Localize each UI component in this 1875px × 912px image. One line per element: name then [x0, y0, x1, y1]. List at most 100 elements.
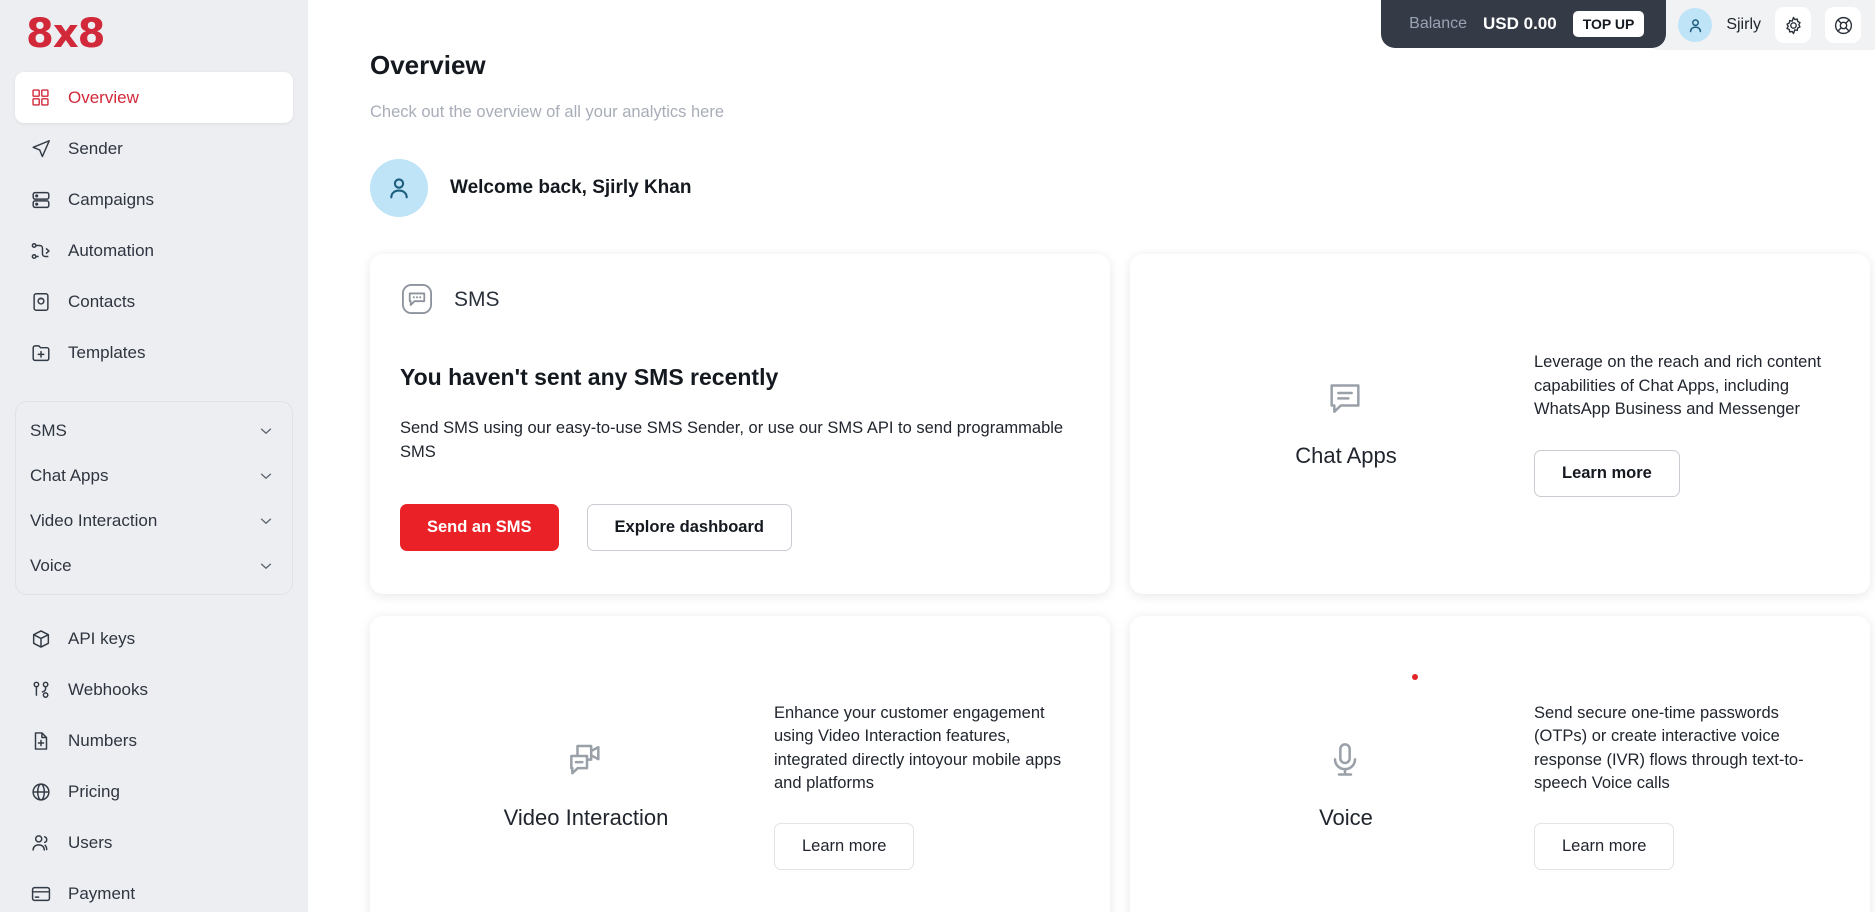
- sms-chat-icon: [400, 282, 436, 318]
- sidebar-item-webhooks[interactable]: Webhooks: [15, 664, 293, 715]
- sidebar-item-label: Webhooks: [68, 679, 149, 699]
- file-plus-icon: [29, 729, 52, 752]
- chat-apps-description: Leverage on the reach and rich content c…: [1534, 353, 1822, 419]
- sidebar-item-automation[interactable]: Automation: [15, 225, 293, 276]
- sidebar-group-sms[interactable]: SMS: [16, 408, 292, 453]
- sidebar-product-groups: SMS Chat Apps Video Interaction Voice: [15, 401, 293, 595]
- sidebar-group-video-interaction[interactable]: Video Interaction: [16, 498, 292, 543]
- contacts-icon: [29, 290, 52, 313]
- video-interaction-description: Enhance your customer engagement using V…: [774, 703, 1062, 792]
- app-root: 8x8 Overview Sender Campaigns Automation…: [0, 0, 1875, 912]
- chat-apps-name: Chat Apps: [1295, 442, 1397, 468]
- welcome-banner: Welcome back, Sjirly Khan: [370, 159, 1875, 217]
- send-an-sms-button[interactable]: Send an SMS: [400, 503, 559, 551]
- sidebar-item-label: API keys: [68, 628, 136, 648]
- balance-panel: Balance USD 0.00 TOP UP: [1381, 0, 1667, 48]
- campaigns-icon: [29, 188, 52, 211]
- card-sms: SMS You haven't sent any SMS recently Se…: [370, 254, 1110, 594]
- microphone-icon: [1325, 740, 1367, 782]
- card-video-interaction: Video Interaction Enhance your customer …: [370, 616, 1110, 912]
- sms-card-header: SMS: [400, 282, 1080, 318]
- voice-learn-more-button[interactable]: Learn more: [1534, 823, 1675, 871]
- gear-icon[interactable]: [1775, 7, 1811, 43]
- balance-label: Balance: [1409, 15, 1467, 32]
- sidebar-item-label: Sender: [68, 138, 123, 158]
- sidebar-item-label: Contacts: [68, 291, 136, 311]
- user-icon: [390, 178, 408, 199]
- explore-dashboard-button[interactable]: Explore dashboard: [586, 503, 792, 551]
- video-interaction-identity: Video Interaction: [406, 740, 766, 832]
- grid-icon: [29, 86, 52, 109]
- cards-grid: SMS You haven't sent any SMS recently Se…: [370, 254, 1870, 912]
- sidebar-item-campaigns[interactable]: Campaigns: [15, 174, 293, 225]
- page-subtitle: Check out the overview of all your analy…: [370, 103, 725, 121]
- sidebar-item-pricing[interactable]: Pricing: [15, 766, 293, 817]
- sidebar-item-sender[interactable]: Sender: [15, 123, 293, 174]
- send-icon: [29, 137, 52, 160]
- card-chat-apps: Chat Apps Leverage on the reach and rich…: [1130, 254, 1870, 594]
- voice-content: Send secure one-time passwords (OTPs) or…: [1526, 702, 1826, 871]
- sms-card-heading: You haven't sent any SMS recently: [400, 364, 779, 390]
- sidebar: 8x8 Overview Sender Campaigns Automation…: [0, 0, 308, 912]
- chevron-down-icon: [257, 557, 275, 575]
- sidebar-item-templates[interactable]: Templates: [15, 327, 293, 378]
- video-interaction-learn-more-button[interactable]: Learn more: [774, 823, 915, 871]
- chevron-down-icon: [257, 467, 275, 485]
- sidebar-group-chat-apps[interactable]: Chat Apps: [16, 453, 292, 498]
- credit-card-icon: [29, 882, 52, 905]
- voice-description: Send secure one-time passwords (OTPs) or…: [1534, 703, 1804, 792]
- video-interaction-name: Video Interaction: [503, 804, 669, 830]
- webhook-icon: [29, 678, 52, 701]
- sidebar-group-label: Voice: [30, 555, 72, 575]
- users-icon: [29, 831, 52, 854]
- sidebar-secondary-nav: API keys Webhooks Numbers Pricing Users …: [15, 613, 293, 912]
- avatar[interactable]: [1678, 8, 1713, 42]
- welcome-text: Welcome back, Sjirly Khan: [450, 177, 692, 198]
- sidebar-item-contacts[interactable]: Contacts: [15, 276, 293, 327]
- package-icon: [29, 627, 52, 650]
- chat-apps-learn-more-button[interactable]: Learn more: [1534, 449, 1680, 497]
- sidebar-item-overview[interactable]: Overview: [15, 72, 293, 123]
- balance-amount: USD 0.00: [1483, 14, 1557, 33]
- sms-card-actions: Send an SMS Explore dashboard: [400, 503, 1080, 551]
- chevron-down-icon: [257, 512, 275, 530]
- top-bar: Balance USD 0.00 TOP UP Sjirly: [1381, 0, 1875, 52]
- templates-icon: [29, 341, 52, 364]
- user-icon: [1689, 18, 1701, 32]
- card-voice: Voice Send secure one-time passwords (OT…: [1130, 616, 1870, 912]
- sidebar-item-label: Campaigns: [68, 189, 154, 209]
- sidebar-item-label: Payment: [68, 883, 136, 903]
- top-up-button[interactable]: TOP UP: [1572, 11, 1645, 37]
- chat-bubble-icon: [1325, 378, 1367, 420]
- sidebar-item-numbers[interactable]: Numbers: [15, 715, 293, 766]
- avatar: [370, 159, 428, 217]
- sms-card-label: SMS: [454, 288, 500, 311]
- sidebar-item-payment[interactable]: Payment: [15, 868, 293, 912]
- voice-name: Voice: [1319, 804, 1373, 830]
- chevron-down-icon: [257, 422, 275, 440]
- sms-card-description: Send SMS using our easy-to-use SMS Sende…: [400, 419, 1064, 461]
- sidebar-item-label: Overview: [68, 87, 139, 107]
- sidebar-group-voice[interactable]: Voice: [16, 543, 292, 588]
- sidebar-item-api-keys[interactable]: API keys: [15, 613, 293, 664]
- sidebar-item-label: Pricing: [68, 781, 120, 801]
- brand-logo[interactable]: 8x8: [15, 0, 293, 68]
- automation-icon: [29, 239, 52, 262]
- sidebar-item-users[interactable]: Users: [15, 817, 293, 868]
- video-interaction-content: Enhance your customer engagement using V…: [766, 702, 1066, 871]
- sidebar-item-label: Users: [68, 832, 113, 852]
- voice-identity: Voice: [1166, 740, 1526, 832]
- page-title: Overview: [370, 50, 486, 80]
- notification-dot: [1412, 674, 1418, 680]
- brand-logo-text: 8x8: [26, 11, 105, 57]
- chat-apps-content: Leverage on the reach and rich content c…: [1526, 351, 1826, 497]
- lifebuoy-icon[interactable]: [1825, 7, 1861, 43]
- video-chat-icon: [565, 740, 607, 782]
- sidebar-item-label: Templates: [68, 342, 146, 362]
- account-panel: Sjirly: [1644, 0, 1875, 50]
- main-content: Overview Check out the overview of all y…: [308, 0, 1875, 912]
- account-name[interactable]: Sjirly: [1726, 16, 1761, 34]
- sidebar-item-label: Automation: [68, 240, 154, 260]
- sidebar-primary-nav: Overview Sender Campaigns Automation Con…: [15, 72, 293, 378]
- sidebar-item-label: Numbers: [68, 730, 137, 750]
